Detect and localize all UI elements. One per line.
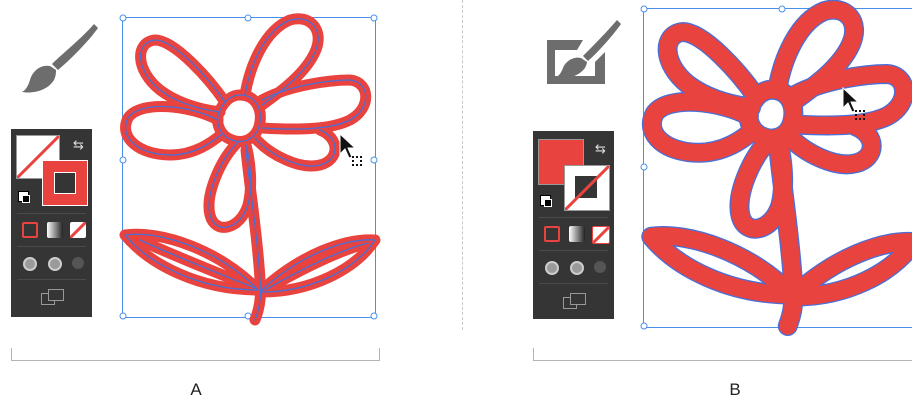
panel-b-caption: B [729, 380, 741, 399]
flower-artwork-blob[interactable] [0, 0, 912, 400]
arrow-cursor-icon [842, 86, 865, 120]
panel-b-bracket [533, 348, 912, 361]
